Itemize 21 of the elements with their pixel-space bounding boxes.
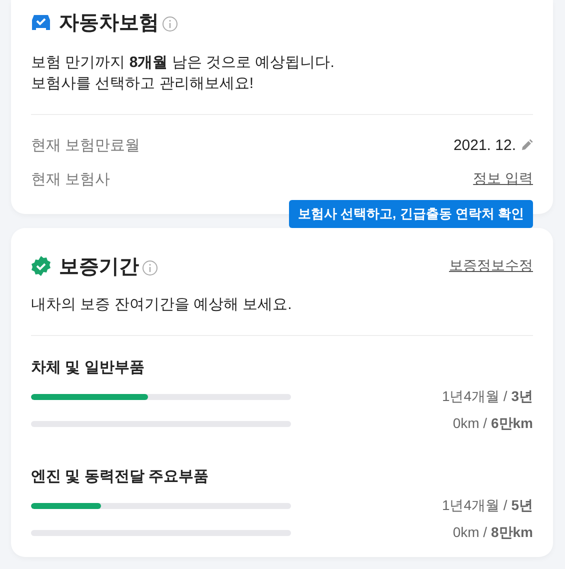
section-title: 자동차보험 xyxy=(59,10,159,36)
row-label: 현재 보험사 xyxy=(31,170,110,188)
info-icon[interactable] xyxy=(142,260,158,276)
part-name: 엔진 및 동력전달 주요부품 xyxy=(31,467,209,486)
description-text: 보험사를 선택하고 관리해보세요! xyxy=(31,74,254,94)
section-title: 보증기간 xyxy=(59,254,139,280)
part-name: 차체 및 일반부품 xyxy=(31,358,144,377)
progress-reading: 0km / 6만km xyxy=(452,414,533,432)
progress-reading: 0km / 8만km xyxy=(452,524,533,542)
pencil-icon[interactable] xyxy=(521,139,533,151)
description-text: 내차의 보증 잔여기간을 예상해 보세요. xyxy=(31,295,292,315)
tooltip: 보험사 선택하고, 긴급출동 연락처 확인 xyxy=(288,200,533,228)
row-label: 현재 보험만료월 xyxy=(31,136,140,154)
edit-warranty-link[interactable]: 보증정보수정 xyxy=(449,257,533,275)
info-icon[interactable] xyxy=(162,16,178,32)
check-badge-icon xyxy=(31,256,51,276)
progress-reading: 1년4개월 / 5년 xyxy=(442,496,533,514)
expiry-value: 2021. 12. xyxy=(453,136,516,154)
description-text: 보험 만기까지 8개월 남은 것으로 예상됩니다. xyxy=(31,53,334,73)
info-input-link[interactable]: 정보 입력 xyxy=(473,170,533,188)
progress-reading: 1년4개월 / 3년 xyxy=(442,388,533,406)
